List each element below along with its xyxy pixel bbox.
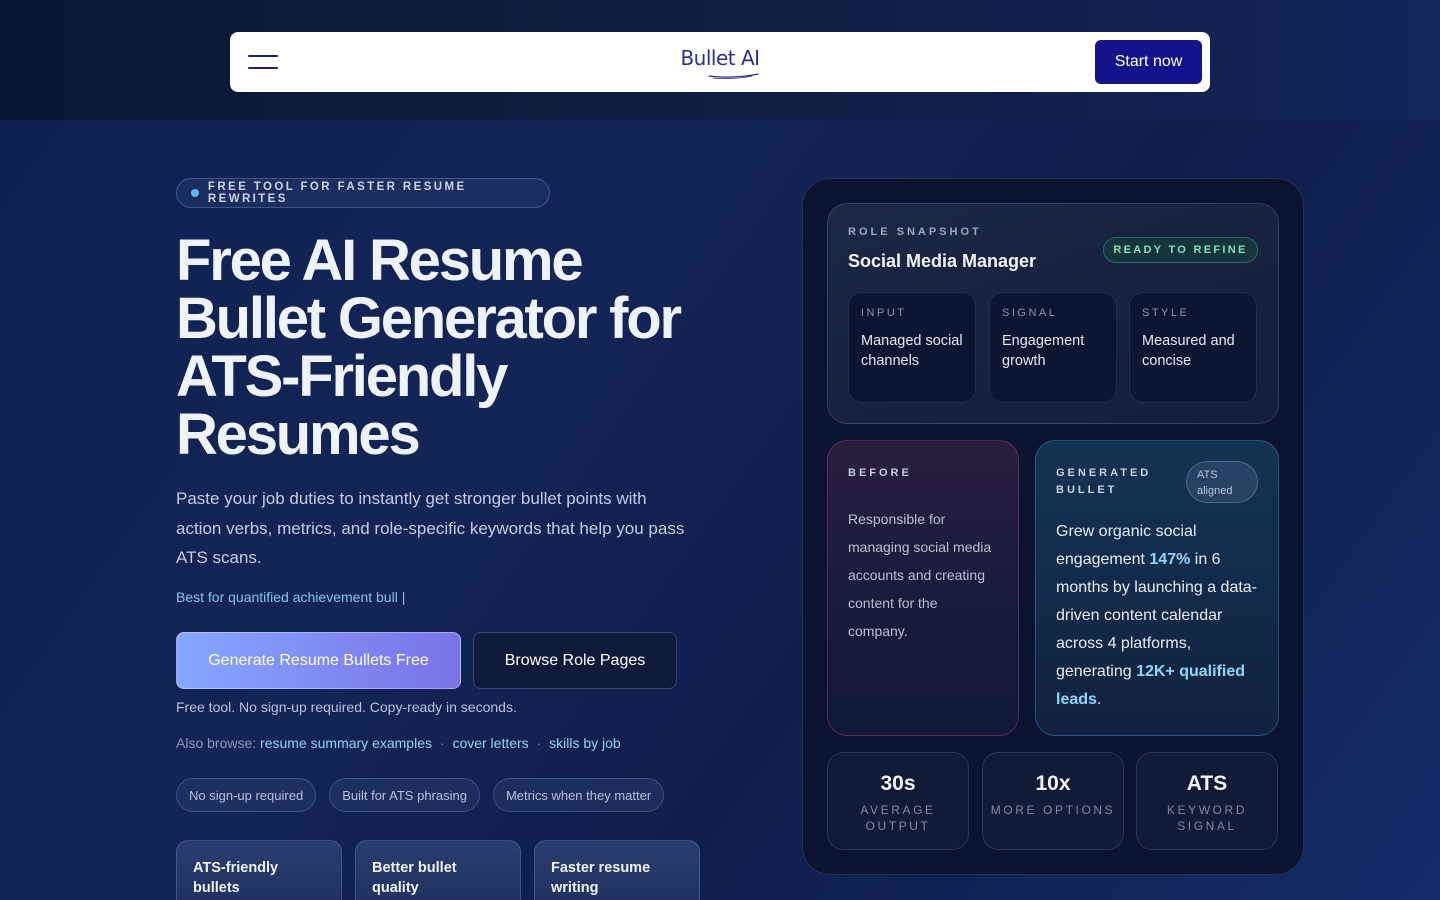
logo-text: Bullet AI bbox=[680, 46, 760, 70]
link-separator: · bbox=[536, 735, 542, 751]
browse-role-pages-button[interactable]: Browse Role Pages bbox=[473, 632, 677, 689]
typed-text: Best for quantified achievement bull bbox=[176, 589, 398, 605]
stat-card-ats: ATS KEYWORD SIGNAL bbox=[1136, 752, 1278, 850]
before-label: BEFORE bbox=[848, 467, 912, 479]
mini-card-value: Measured and concise bbox=[1142, 333, 1235, 369]
typing-caret: | bbox=[401, 589, 406, 605]
link-skills-by-job[interactable]: skills by job bbox=[549, 735, 621, 751]
stat-value: 30s bbox=[880, 772, 916, 795]
mini-card-value: Engagement growth bbox=[1002, 333, 1085, 369]
stat-value: ATS bbox=[1186, 772, 1228, 795]
logo-bullet-icon bbox=[708, 73, 759, 79]
also-browse-label: Also browse: bbox=[176, 735, 257, 751]
mini-card-value: Managed social channels bbox=[861, 333, 963, 369]
mini-card-key: INPUT bbox=[861, 307, 907, 319]
chip-no-signup: No sign-up required bbox=[176, 778, 317, 812]
generated-label: GENERATED BULLET bbox=[1056, 467, 1152, 496]
stat-card-output: 30s AVERAGE OUTPUT bbox=[827, 752, 969, 850]
feature-card-quality: Better bullet quality bbox=[355, 840, 521, 900]
role-snapshot-label: ROLE SNAPSHOT bbox=[848, 226, 982, 238]
ats-aligned-badge: ATS aligned bbox=[1186, 461, 1258, 503]
generated-text-part: in 6 months by launching a data-driven c… bbox=[1056, 551, 1258, 680]
feature-cards: ATS-friendly bullets Better bullet quali… bbox=[176, 840, 700, 900]
status-dot-icon bbox=[191, 189, 199, 197]
feature-card-faster: Faster resume writing bbox=[534, 840, 700, 900]
typed-line: Best for quantified achievement bull | bbox=[176, 589, 405, 605]
generated-bullet-text: Grew organic social engagement 147% in 6… bbox=[1056, 518, 1258, 714]
before-text: Responsible for managing social media ac… bbox=[848, 511, 992, 639]
mini-card-input: INPUT Managed social channels bbox=[848, 292, 976, 403]
link-resume-summary-examples[interactable]: resume summary examples bbox=[260, 735, 432, 751]
feature-chips: No sign-up required Built for ATS phrasi… bbox=[176, 778, 665, 812]
generated-highlight: 147% bbox=[1149, 551, 1191, 568]
role-name: Social Media Manager bbox=[848, 251, 1037, 271]
also-browse: Also browse: resume summary examples · c… bbox=[176, 735, 621, 751]
stat-card-options: 10x MORE OPTIONS bbox=[982, 752, 1124, 850]
page-title: Free AI Resume Bullet Generator for ATS-… bbox=[176, 228, 682, 467]
stat-label: MORE OPTIONS bbox=[990, 803, 1116, 817]
top-navbar: Bullet AI Start now bbox=[230, 32, 1210, 92]
menu-icon[interactable] bbox=[248, 55, 278, 69]
generated-panel: GENERATED BULLET ATS aligned Grew organi… bbox=[1035, 440, 1279, 736]
stat-label: AVERAGE OUTPUT bbox=[860, 803, 936, 833]
stat-value: 10x bbox=[1035, 772, 1071, 795]
mini-card-key: STYLE bbox=[1142, 307, 1190, 319]
status-badge: READY TO REFINE bbox=[1103, 237, 1258, 263]
stat-label: KEYWORD SIGNAL bbox=[1166, 803, 1248, 833]
generate-bullets-button[interactable]: Generate Resume Bullets Free bbox=[176, 632, 461, 689]
hero-badge: FREE TOOL FOR FASTER RESUME REWRITES bbox=[176, 178, 550, 208]
link-cover-letters[interactable]: cover letters bbox=[452, 735, 528, 751]
hero-subtitle: Paste your job duties to instantly get s… bbox=[176, 489, 685, 567]
chip-ats-phrasing: Built for ATS phrasing bbox=[329, 778, 480, 812]
mini-card-style: STYLE Measured and concise bbox=[1129, 292, 1257, 403]
mini-card-key: SIGNAL bbox=[1002, 307, 1058, 319]
free-note: Free tool. No sign-up required. Copy-rea… bbox=[176, 699, 517, 715]
hero-badge-text: FREE TOOL FOR FASTER RESUME REWRITES bbox=[207, 181, 467, 205]
start-now-button[interactable]: Start now bbox=[1095, 40, 1202, 84]
generated-text-part: . bbox=[1096, 691, 1102, 708]
logo[interactable]: Bullet AI bbox=[680, 46, 760, 79]
chip-metrics: Metrics when they matter bbox=[492, 778, 665, 812]
link-separator: · bbox=[439, 735, 445, 751]
feature-card-ats: ATS-friendly bullets bbox=[176, 840, 342, 900]
mini-card-signal: SIGNAL Engagement growth bbox=[989, 292, 1117, 403]
before-panel: BEFORE Responsible for managing social m… bbox=[827, 440, 1019, 736]
